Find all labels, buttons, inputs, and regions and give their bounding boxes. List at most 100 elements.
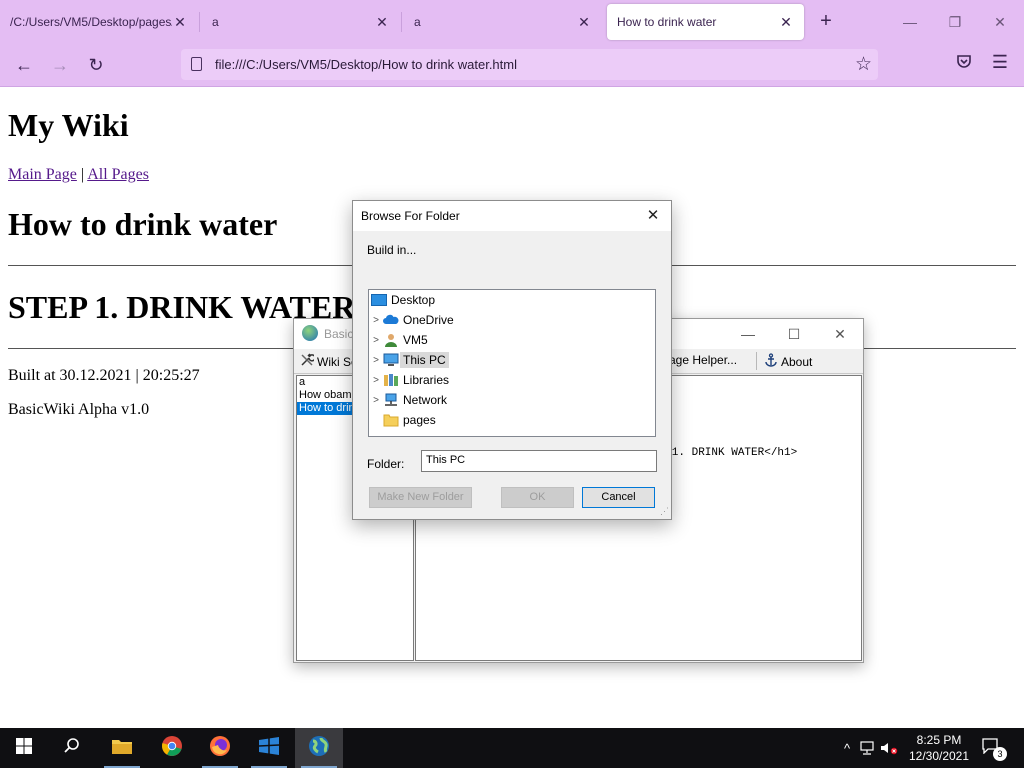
globe-icon bbox=[302, 325, 318, 341]
chrome-icon bbox=[161, 735, 183, 762]
dialog-title-bar[interactable]: Browse For Folder ✕ bbox=[353, 201, 671, 231]
dialog-title: Browse For Folder bbox=[361, 209, 460, 223]
tab-a-1[interactable]: a ✕ bbox=[202, 4, 400, 40]
about-button[interactable]: About bbox=[764, 353, 812, 370]
clock-time: 8:25 PM bbox=[916, 733, 962, 747]
taskbar-file-explorer[interactable] bbox=[98, 728, 146, 768]
page-icon bbox=[191, 57, 202, 71]
tab-title: a bbox=[212, 15, 219, 29]
built-timestamp: Built at 30.12.2021 | 20:25:27 bbox=[8, 367, 200, 384]
link-separator: | bbox=[80, 166, 85, 183]
chevron-right-icon[interactable]: > bbox=[369, 395, 383, 406]
tree-item-this-pc[interactable]: > This PC bbox=[369, 350, 449, 370]
system-tray: ^ bbox=[838, 728, 900, 768]
libraries-icon bbox=[383, 373, 399, 387]
chevron-up-icon[interactable]: ^ bbox=[838, 741, 856, 756]
tree-item-label: pages bbox=[403, 413, 436, 427]
volume-muted-icon[interactable] bbox=[878, 741, 900, 755]
notification-center-button[interactable]: 3 bbox=[982, 738, 1007, 761]
basicwiki-icon bbox=[308, 735, 330, 762]
tree-item-label: Desktop bbox=[391, 293, 436, 307]
tree-item-label: OneDrive bbox=[403, 313, 454, 327]
onedrive-icon bbox=[383, 313, 399, 327]
tree-item-libraries[interactable]: > Libraries bbox=[369, 370, 449, 390]
chevron-right-icon[interactable]: > bbox=[369, 355, 383, 366]
address-bar[interactable]: file:///C:/Users/VM5/Desktop/How to drin… bbox=[181, 49, 878, 80]
tree-item-vm5[interactable]: > VM5 bbox=[369, 330, 428, 350]
minimize-button[interactable]: — bbox=[895, 10, 925, 34]
start-button[interactable] bbox=[0, 728, 48, 768]
dialog-close-button[interactable]: ✕ bbox=[641, 205, 665, 227]
taskbar-firefox[interactable] bbox=[196, 728, 244, 768]
folder-input[interactable]: This PC bbox=[421, 450, 657, 472]
link-main-page[interactable]: Main Page bbox=[8, 166, 77, 183]
folder-tree[interactable]: Desktop > OneDrive > VM5 > This PC > Lib… bbox=[368, 289, 656, 437]
make-new-folder-button[interactable]: Make New Folder bbox=[369, 487, 472, 508]
taskbar-basicwiki[interactable] bbox=[295, 728, 343, 768]
close-window-button[interactable]: ✕ bbox=[985, 10, 1015, 34]
taskbar-search-button[interactable] bbox=[48, 728, 96, 768]
chevron-right-icon[interactable]: > bbox=[369, 335, 383, 346]
tree-item-label: Network bbox=[403, 393, 448, 407]
folder-label: Folder: bbox=[367, 457, 405, 471]
notification-badge: 3 bbox=[993, 747, 1007, 761]
cancel-button[interactable]: Cancel bbox=[582, 487, 655, 508]
maximize-button[interactable]: ❐ bbox=[940, 10, 970, 34]
dialog-description: Build in... bbox=[367, 243, 417, 257]
taskbar-app[interactable] bbox=[245, 728, 293, 768]
tree-item-label: Libraries bbox=[403, 373, 450, 387]
taskbar-chrome[interactable] bbox=[148, 728, 196, 768]
tree-item-onedrive[interactable]: > OneDrive bbox=[369, 310, 454, 330]
new-tab-button[interactable]: + bbox=[814, 10, 838, 34]
anchor-icon bbox=[764, 353, 778, 370]
url-text: file:///C:/Users/VM5/Desktop/How to drin… bbox=[215, 57, 517, 72]
tab-separator bbox=[199, 12, 200, 32]
app-close-button[interactable]: ✕ bbox=[826, 323, 854, 345]
tab-pages-folder[interactable]: /C:/Users/VM5/Desktop/pages/ ✕ bbox=[0, 4, 198, 40]
start-icon bbox=[16, 737, 32, 759]
computer-icon bbox=[383, 353, 399, 367]
version-text: BasicWiki Alpha v1.0 bbox=[8, 401, 150, 418]
tab-close-icon[interactable]: ✕ bbox=[172, 14, 188, 31]
tools-icon bbox=[300, 353, 316, 370]
page-nav-links: Main Page | All Pages bbox=[8, 166, 149, 184]
chevron-right-icon[interactable]: > bbox=[369, 375, 383, 386]
resize-grip-icon[interactable]: ⋰ bbox=[660, 506, 669, 517]
reload-button[interactable]: ↻ bbox=[82, 52, 110, 78]
bookmark-star-icon[interactable]: ☆ bbox=[855, 53, 872, 76]
tab-close-icon[interactable]: ✕ bbox=[576, 14, 592, 31]
tab-close-icon[interactable]: ✕ bbox=[778, 14, 794, 31]
site-title: My Wiki bbox=[8, 107, 129, 143]
firefox-icon bbox=[209, 735, 231, 762]
hamburger-menu-icon[interactable]: ☰ bbox=[989, 52, 1011, 74]
network-status-icon[interactable] bbox=[856, 741, 878, 755]
tab-title: How to drink water bbox=[617, 15, 717, 29]
app-minimize-button[interactable]: — bbox=[734, 323, 762, 345]
tab-how-to-drink-water[interactable]: How to drink water ✕ bbox=[607, 4, 804, 40]
tab-close-icon[interactable]: ✕ bbox=[374, 14, 390, 31]
back-button[interactable]: ← bbox=[10, 52, 38, 78]
pocket-icon[interactable] bbox=[953, 53, 975, 75]
ok-button[interactable]: OK bbox=[501, 487, 574, 508]
tree-item-desktop[interactable]: Desktop bbox=[371, 290, 435, 310]
chevron-right-icon[interactable]: > bbox=[369, 315, 383, 326]
link-all-pages[interactable]: All Pages bbox=[87, 166, 149, 183]
page-helper-button[interactable]: Page Helper... bbox=[661, 353, 737, 367]
page-helper-label: Page Helper... bbox=[661, 353, 738, 367]
tree-item-pages[interactable]: pages bbox=[383, 410, 436, 430]
folder-icon bbox=[383, 413, 399, 427]
system-clock[interactable]: 8:25 PM 12/30/2021 bbox=[900, 732, 978, 764]
tree-item-network[interactable]: > Network bbox=[369, 390, 447, 410]
tab-title: a bbox=[414, 15, 421, 29]
taskbar: ^ 8:25 PM 12/30/2021 3 bbox=[0, 728, 1024, 768]
forward-button[interactable]: → bbox=[46, 52, 74, 78]
wiki-settings-button[interactable]: Wiki Se bbox=[300, 353, 358, 370]
network-icon bbox=[383, 393, 399, 407]
file-explorer-icon bbox=[111, 737, 133, 760]
app-maximize-button[interactable]: ☐ bbox=[780, 323, 808, 345]
tree-item-label: VM5 bbox=[403, 333, 428, 347]
tab-a-2[interactable]: a ✕ bbox=[404, 4, 602, 40]
nav-bar: ← → ↻ file:///C:/Users/VM5/Desktop/How t… bbox=[0, 44, 1024, 87]
editor-code-line: EP 1. DRINK WATER</h1> bbox=[652, 447, 798, 459]
desktop-icon bbox=[371, 294, 387, 306]
